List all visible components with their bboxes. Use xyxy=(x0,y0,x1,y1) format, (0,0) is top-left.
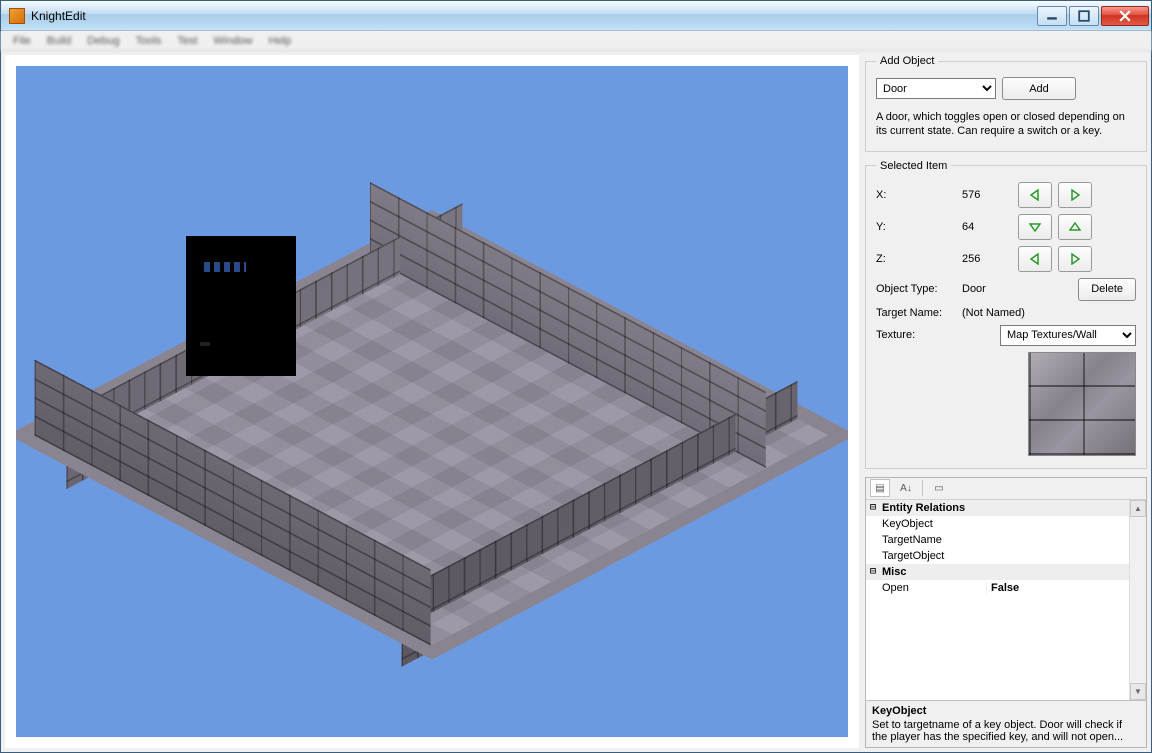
z-decrease-button[interactable] xyxy=(1018,246,1052,272)
viewport-3d[interactable] xyxy=(16,66,848,737)
scroll-up-button[interactable]: ▲ xyxy=(1130,500,1146,517)
add-object-legend: Add Object xyxy=(876,55,938,67)
x-increase-button[interactable] xyxy=(1058,182,1092,208)
menu-item[interactable]: File xyxy=(5,33,39,49)
selected-item-legend: Selected Item xyxy=(876,160,951,172)
propgrid-row[interactable]: TargetObject xyxy=(866,548,1146,564)
menu-item[interactable]: Window xyxy=(206,33,261,49)
minimize-button[interactable] xyxy=(1037,6,1067,26)
delete-button[interactable]: Delete xyxy=(1078,278,1136,301)
propgrid-row[interactable]: KeyObject xyxy=(866,516,1146,532)
alphabetical-button[interactable]: A↓ xyxy=(896,479,916,497)
menu-item[interactable]: Debug xyxy=(79,33,127,49)
z-increase-button[interactable] xyxy=(1058,246,1092,272)
right-panel: Add Object Door Add A door, which toggle… xyxy=(865,55,1147,748)
y-increase-button[interactable] xyxy=(1058,214,1092,240)
object-description: A door, which toggles open or closed dep… xyxy=(876,110,1136,139)
object-type-select[interactable]: Door xyxy=(876,78,996,99)
add-object-group: Add Object Door Add A door, which toggle… xyxy=(865,55,1147,152)
propgrid-body[interactable]: ⊟ Entity Relations KeyObject TargetName … xyxy=(866,500,1146,700)
window-title: KnightEdit xyxy=(31,9,86,23)
pages-icon: ▭ xyxy=(934,483,943,494)
y-value: 64 xyxy=(962,221,1012,233)
scroll-down-button[interactable]: ▼ xyxy=(1130,683,1146,700)
help-title: KeyObject xyxy=(872,705,1140,717)
object-type-label: Object Type: xyxy=(876,283,956,295)
collapse-icon[interactable]: ⊟ xyxy=(866,502,880,513)
viewport-frame xyxy=(5,55,859,748)
object-type-value: Door xyxy=(962,283,1022,295)
texture-select[interactable]: Map Textures/Wall xyxy=(1000,325,1136,346)
y-label: Y: xyxy=(876,221,956,233)
propgrid-scrollbar[interactable]: ▲ ▼ xyxy=(1129,500,1146,700)
selected-item-group: Selected Item X: 576 Y: 64 xyxy=(865,160,1147,469)
client-area: Add Object Door Add A door, which toggle… xyxy=(1,51,1151,752)
app-icon xyxy=(9,8,25,24)
x-decrease-button[interactable] xyxy=(1018,182,1052,208)
menu-item[interactable]: Test xyxy=(169,33,205,49)
z-value: 256 xyxy=(962,253,1012,265)
sort-az-icon: A↓ xyxy=(900,483,912,494)
z-label: Z: xyxy=(876,253,956,265)
menu-item[interactable]: Build xyxy=(39,33,79,49)
propgrid-category[interactable]: ⊟ Entity Relations xyxy=(866,500,1146,516)
menu-item[interactable]: Tools xyxy=(128,33,170,49)
propgrid-category[interactable]: ⊟ Misc xyxy=(866,564,1146,580)
menu-item[interactable]: Help xyxy=(261,33,300,49)
y-decrease-button[interactable] xyxy=(1018,214,1052,240)
x-label: X: xyxy=(876,189,956,201)
categorized-button[interactable]: ▤ xyxy=(870,479,890,497)
propgrid-row[interactable]: Open False ▾ xyxy=(866,580,1146,596)
categorized-icon: ▤ xyxy=(875,483,884,494)
add-button[interactable]: Add xyxy=(1002,77,1076,100)
propgrid-toolbar: ▤ A↓ ▭ xyxy=(866,478,1146,500)
menubar[interactable]: File Build Debug Tools Test Window Help xyxy=(1,31,1151,51)
property-pages-button[interactable]: ▭ xyxy=(929,479,949,497)
target-name-value: (Not Named) xyxy=(962,307,1025,319)
scroll-track[interactable] xyxy=(1130,517,1146,683)
help-text: Set to targetname of a key object. Door … xyxy=(872,719,1140,743)
app-window: KnightEdit File Build Debug Tools Test W… xyxy=(0,0,1152,753)
titlebar[interactable]: KnightEdit xyxy=(1,1,1151,31)
close-button[interactable] xyxy=(1101,6,1149,26)
propgrid-help: KeyObject Set to targetname of a key obj… xyxy=(866,700,1146,747)
target-name-label: Target Name: xyxy=(876,307,956,319)
door-object[interactable] xyxy=(186,236,296,376)
collapse-icon[interactable]: ⊟ xyxy=(866,566,880,577)
texture-preview xyxy=(1028,352,1136,456)
texture-label: Texture: xyxy=(876,329,956,341)
maximize-button[interactable] xyxy=(1069,6,1099,26)
property-grid: ▤ A↓ ▭ ⊟ Entity Relations xyxy=(865,477,1147,748)
x-value: 576 xyxy=(962,189,1012,201)
propgrid-row[interactable]: TargetName xyxy=(866,532,1146,548)
